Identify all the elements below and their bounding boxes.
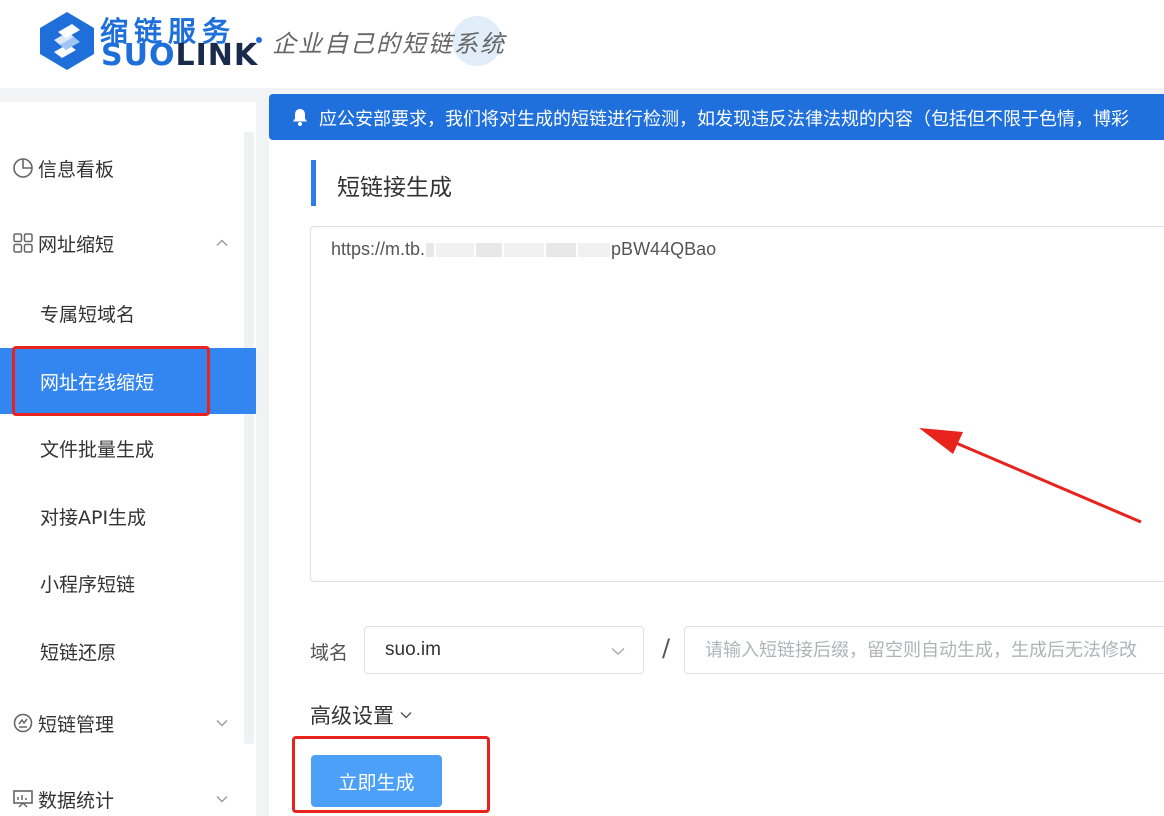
suolink-logo-icon xyxy=(40,12,94,70)
redacted-block xyxy=(426,243,435,258)
sidebar-group-dashboard[interactable]: 信息看板 xyxy=(0,146,244,190)
redacted-block xyxy=(436,243,475,258)
sidebar-item-batch-file[interactable]: 文件批量生成 xyxy=(0,415,256,481)
generate-button[interactable]: 立即生成 xyxy=(311,755,442,807)
tagline: 企业自己的短链系统 xyxy=(272,30,506,58)
chevron-down-icon xyxy=(611,647,625,655)
sidebar-item-api[interactable]: 对接API生成 xyxy=(0,483,256,549)
sidebar-group-label: 信息看板 xyxy=(38,158,115,181)
main-panel: 短链接生成 https://m.tb. pBW44QBao 域名 suo.im /… xyxy=(269,140,1164,816)
sidebar: 信息看板 网址缩短 专属短域名 网址在线缩短 文件批量生成 对接API生成 小程… xyxy=(0,102,256,816)
sidebar-item-restore[interactable]: 短链还原 xyxy=(0,618,256,684)
long-url-textarea[interactable]: https://m.tb. pBW44QBao xyxy=(310,226,1164,582)
sidebar-item-label: 对接API生成 xyxy=(40,506,147,529)
redacted-block xyxy=(504,243,545,258)
grid-icon xyxy=(13,233,33,253)
advanced-settings-label: 高级设置 xyxy=(310,704,394,728)
sidebar-item-label: 专属短域名 xyxy=(40,303,136,326)
sidebar-item-label: 文件批量生成 xyxy=(40,438,155,461)
sidebar-item-miniprogram[interactable]: 小程序短链 xyxy=(0,550,256,616)
sidebar-item-label: 网址在线缩短 xyxy=(40,371,155,394)
sidebar-group-manage[interactable]: 短链管理 xyxy=(0,701,244,745)
brand-en-prefix: SUO xyxy=(101,38,176,73)
header: 缩链服务 SUOLINK 企业自己的短链系统 xyxy=(0,0,1164,88)
redacted-block xyxy=(578,243,611,258)
notice-banner: 应公安部要求，我们将对生成的短链进行检测，如发现违反法律法规的内容（包括但不限于… xyxy=(269,94,1164,140)
section-title: 短链接生成 xyxy=(337,175,452,201)
app-root: 缩链服务 SUOLINK 企业自己的短链系统 信息看板 网址缩短 专属短域名 网… xyxy=(0,0,1164,816)
brand-en-suffix: LINK xyxy=(175,38,259,73)
redacted-block xyxy=(546,243,577,258)
chevron-down-icon xyxy=(400,712,412,719)
pie-chart-icon xyxy=(13,158,33,178)
bell-icon xyxy=(293,109,307,126)
domain-select[interactable]: suo.im xyxy=(364,626,644,674)
sidebar-item-online-shorten[interactable]: 网址在线缩短 xyxy=(0,348,256,414)
sidebar-group-stats[interactable]: 数据统计 xyxy=(0,777,244,816)
sidebar-group-label: 短链管理 xyxy=(38,713,115,736)
domain-select-value: suo.im xyxy=(385,639,441,660)
tagline-dot xyxy=(256,37,262,43)
suffix-input[interactable] xyxy=(684,626,1164,674)
sidebar-group-label: 数据统计 xyxy=(38,789,115,812)
advanced-settings-toggle[interactable]: 高级设置 xyxy=(310,700,414,730)
sidebar-item-label: 小程序短链 xyxy=(40,573,136,596)
domain-label: 域名 xyxy=(310,642,349,664)
sidebar-item-exclusive-domain[interactable]: 专属短域名 xyxy=(0,280,256,346)
path-separator: / xyxy=(662,634,671,662)
brand-name-en: SUOLINK xyxy=(101,38,258,73)
chevron-down-icon xyxy=(216,720,228,727)
chevron-up-icon xyxy=(216,239,228,246)
url-text-start: https://m.tb. xyxy=(331,239,426,259)
section-accent-bar xyxy=(311,160,316,206)
monitor-icon xyxy=(13,790,33,808)
url-text-end: pBW44QBao xyxy=(611,239,717,259)
redacted-block xyxy=(476,243,503,258)
chevron-down-icon xyxy=(216,796,228,803)
sidebar-group-label: 网址缩短 xyxy=(38,233,115,256)
notice-text: 应公安部要求，我们将对生成的短链进行检测，如发现违反法律法规的内容（包括但不限于… xyxy=(319,109,1129,130)
gear-icon xyxy=(13,713,33,733)
sidebar-item-label: 短链还原 xyxy=(40,641,117,664)
sidebar-group-shorten[interactable]: 网址缩短 xyxy=(0,221,244,265)
